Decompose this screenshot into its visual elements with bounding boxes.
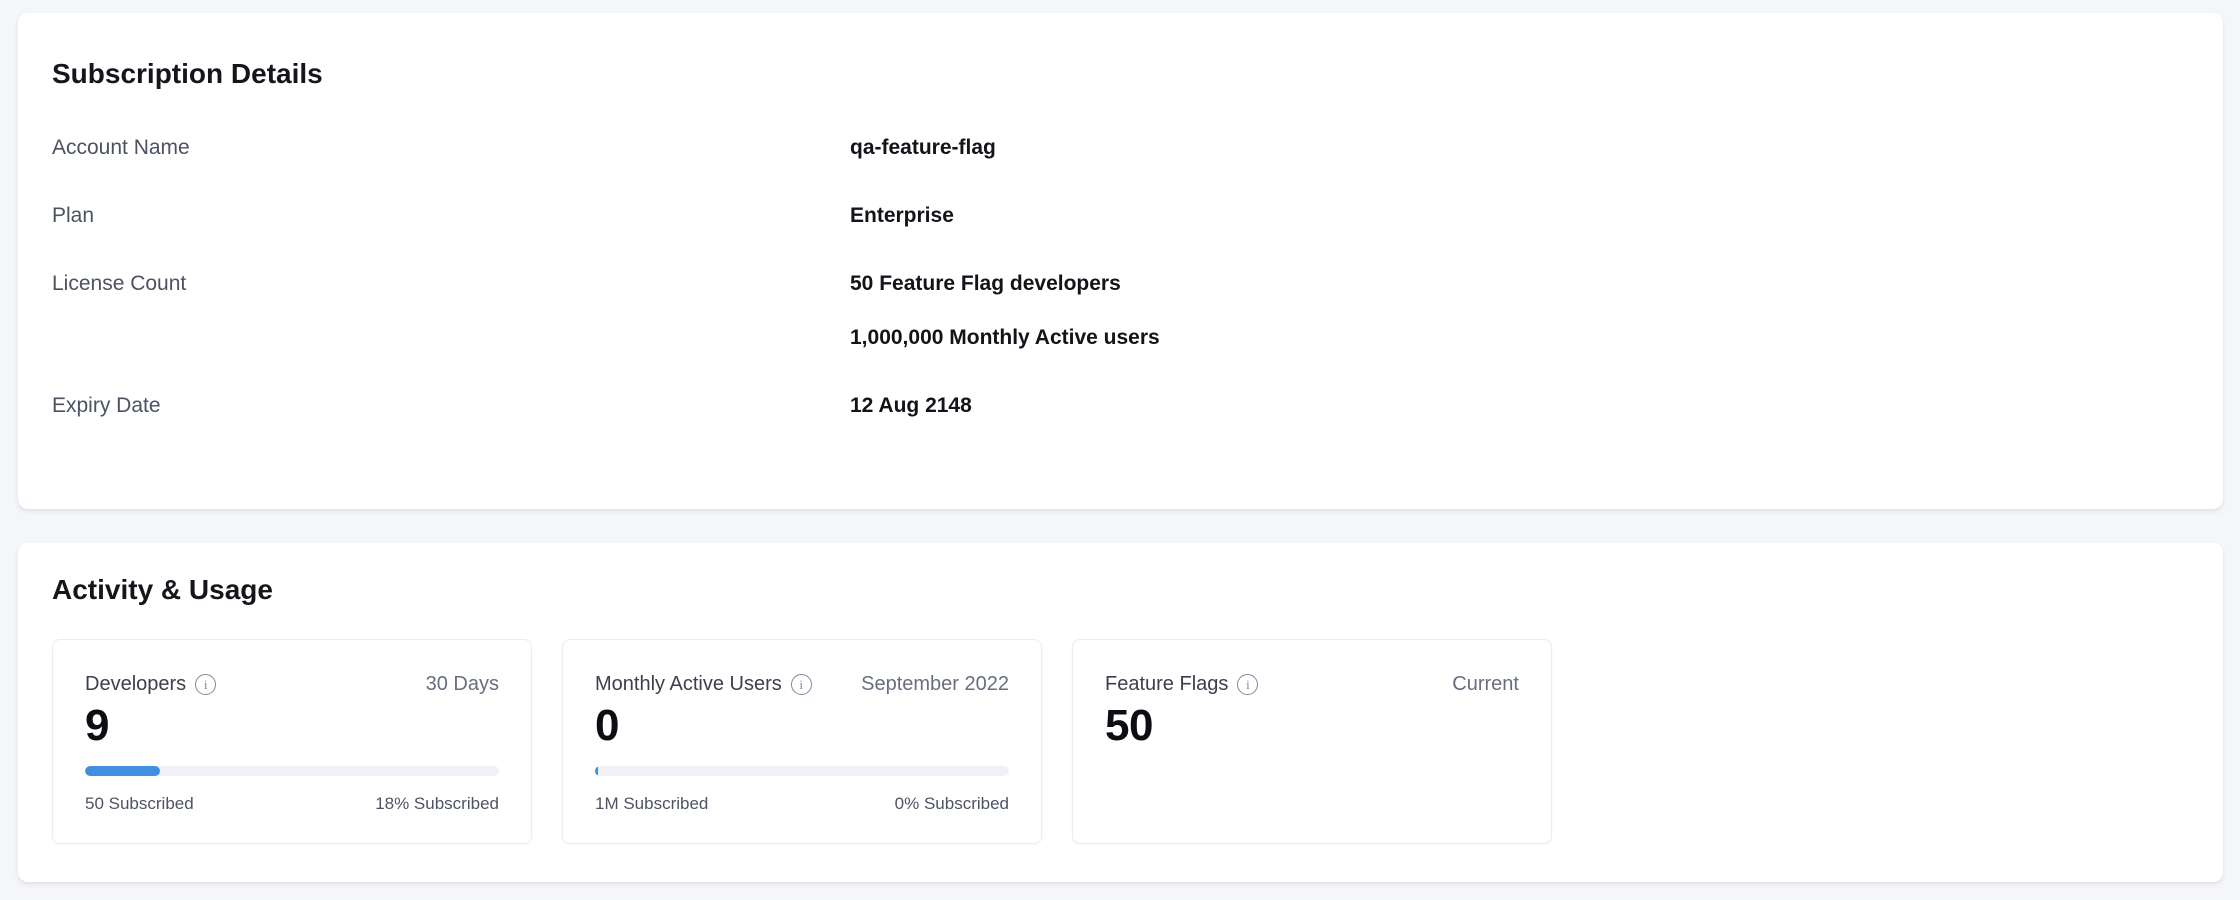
metric-label-wrap: Monthly Active Users i [595,672,812,696]
progress-bar-fill [595,766,598,776]
detail-value: 12 Aug 2148 [850,393,2189,419]
detail-value: qa-feature-flag [850,135,2189,161]
activity-usage-title: Activity & Usage [52,573,2189,607]
metric-value: 9 [85,702,499,750]
progress-bar-track [595,766,1009,776]
metric-card-row: Developers i 30 Days 9 50 Subscribed 18%… [52,639,2189,844]
metric-card-feature-flags: Feature Flags i Current 50 [1072,639,1552,844]
metric-header: Feature Flags i Current [1105,672,1519,696]
metric-value: 50 [1105,702,1519,750]
metric-label-wrap: Developers i [85,672,216,696]
detail-label: Expiry Date [52,393,850,419]
detail-value: Enterprise [850,203,2189,229]
detail-label: License Count [52,271,850,351]
page: Subscription Details Account Name qa-fea… [18,13,2223,882]
metric-period: 30 Days [426,672,499,696]
detail-label: Plan [52,203,850,229]
metric-label-wrap: Feature Flags i [1105,672,1258,696]
metric-footer-right: 0% Subscribed [895,794,1009,814]
info-icon[interactable]: i [195,674,216,695]
progress-bar-track [85,766,499,776]
detail-label: Account Name [52,135,850,161]
metric-footer: 50 Subscribed 18% Subscribed [85,794,499,814]
metric-footer: 1M Subscribed 0% Subscribed [595,794,1009,814]
metric-card-developers: Developers i 30 Days 9 50 Subscribed 18%… [52,639,532,844]
metric-card-monthly-active-users: Monthly Active Users i September 2022 0 … [562,639,1042,844]
detail-row-account-name: Account Name qa-feature-flag [52,135,2189,161]
progress-bar-fill [85,766,160,776]
subscription-details-card: Subscription Details Account Name qa-fea… [18,13,2223,509]
metric-header: Monthly Active Users i September 2022 [595,672,1009,696]
metric-footer-right: 18% Subscribed [375,794,499,814]
info-icon[interactable]: i [1237,674,1258,695]
detail-row-plan: Plan Enterprise [52,203,2189,229]
metric-header: Developers i 30 Days [85,672,499,696]
metric-footer-left: 50 Subscribed [85,794,194,814]
activity-usage-card: Activity & Usage Developers i 30 Days 9 … [18,543,2223,882]
metric-value: 0 [595,702,1009,750]
metric-label: Developers [85,672,186,696]
detail-value: 50 Feature Flag developers [850,271,2189,297]
subscription-details-title: Subscription Details [52,57,2189,91]
detail-value: 1,000,000 Monthly Active users [850,325,2189,351]
detail-value-group: 50 Feature Flag developers 1,000,000 Mon… [850,271,2189,351]
metric-period: Current [1452,672,1519,696]
info-icon[interactable]: i [791,674,812,695]
metric-label: Feature Flags [1105,672,1228,696]
metric-footer-left: 1M Subscribed [595,794,708,814]
metric-label: Monthly Active Users [595,672,782,696]
detail-row-expiry-date: Expiry Date 12 Aug 2148 [52,393,2189,419]
detail-row-license-count: License Count 50 Feature Flag developers… [52,271,2189,351]
metric-period: September 2022 [861,672,1009,696]
